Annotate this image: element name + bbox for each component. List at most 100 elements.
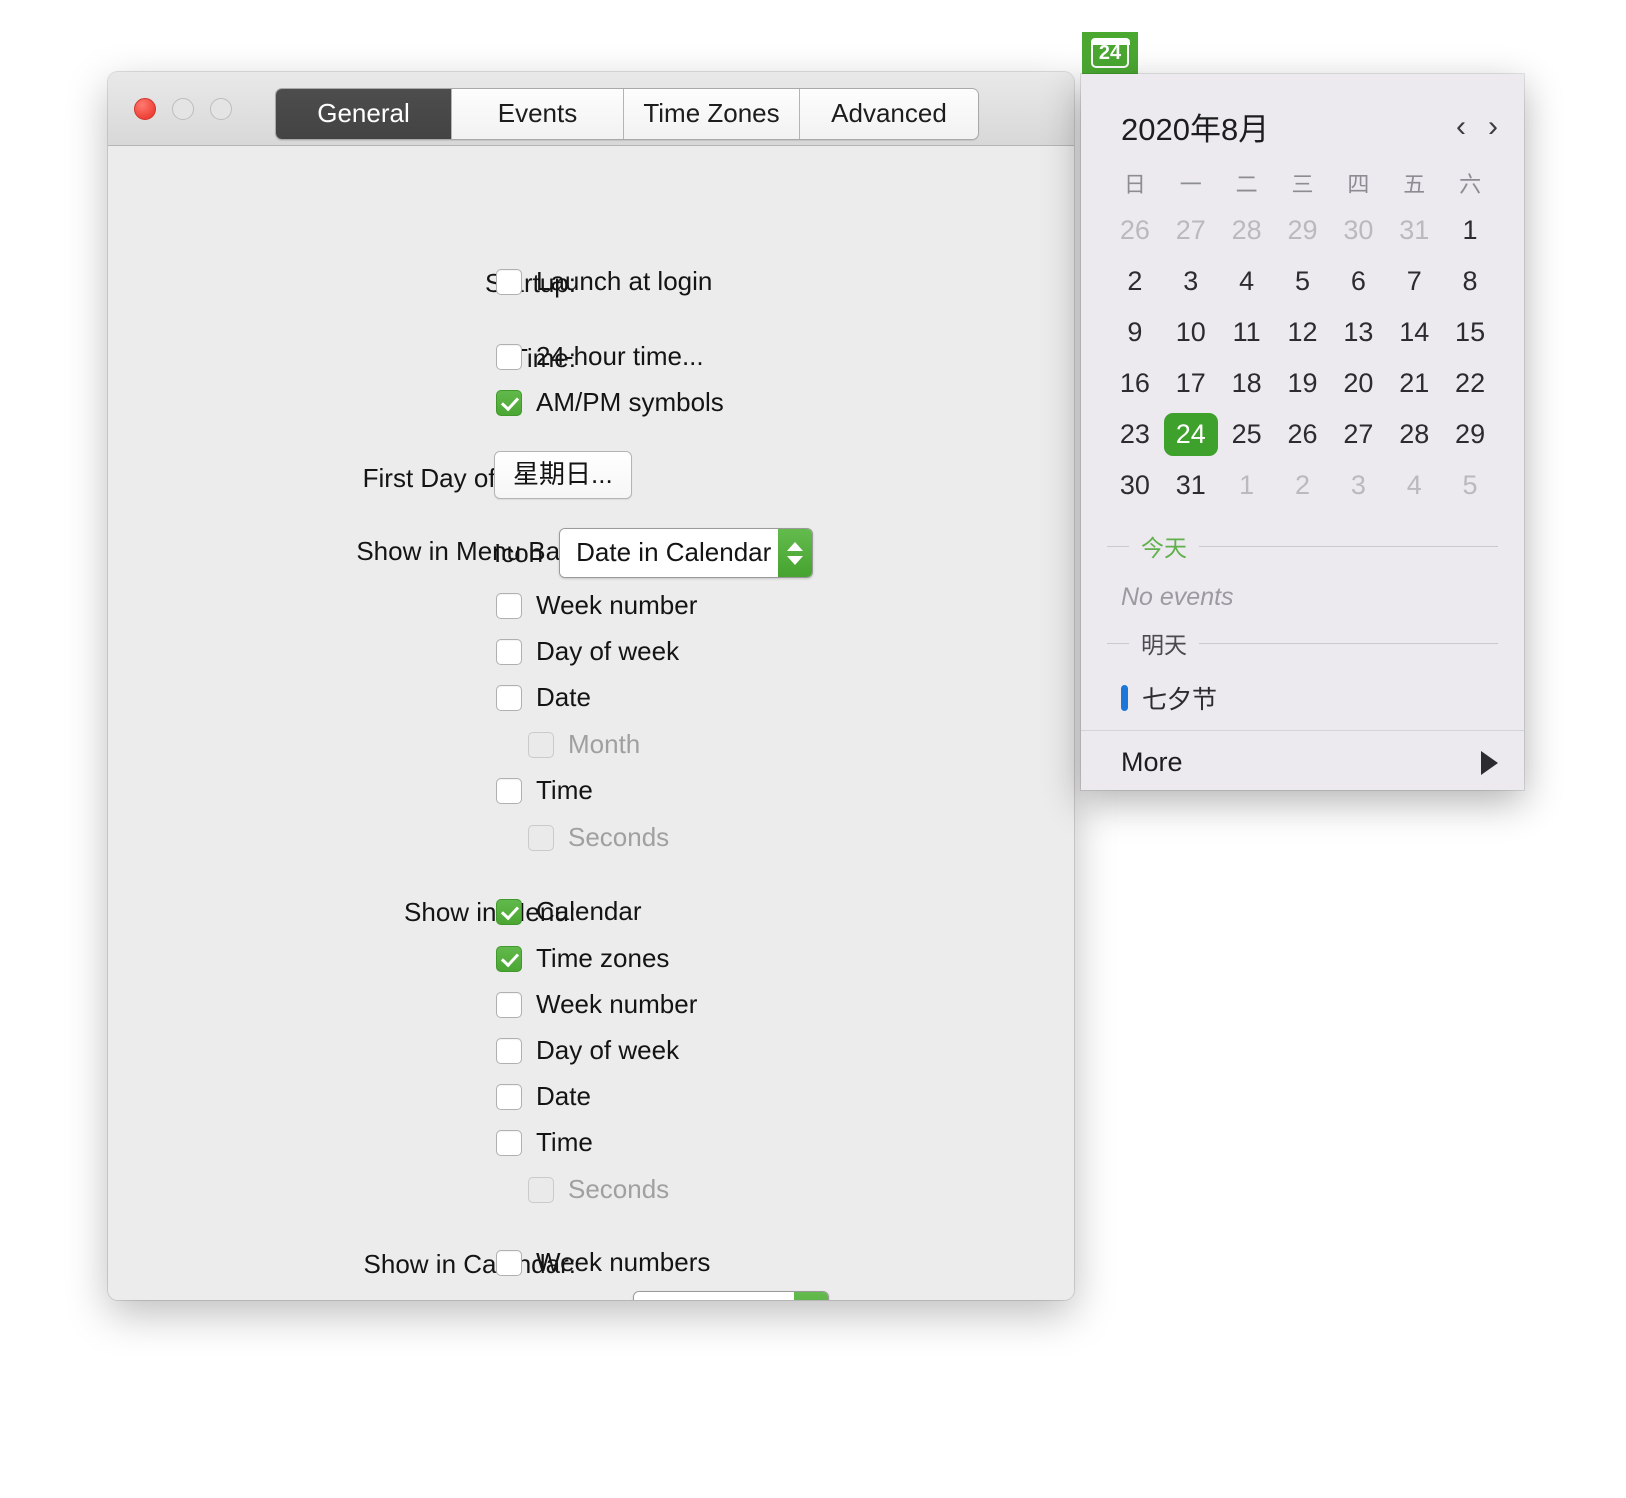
- day-cell[interactable]: 3: [1330, 460, 1386, 511]
- day-cell[interactable]: 30: [1107, 460, 1163, 511]
- events-area: 今天 No events 明天 七夕节: [1081, 511, 1524, 730]
- close-button[interactable]: [134, 98, 156, 120]
- ampm-symbols-checkbox[interactable]: [496, 389, 522, 416]
- menu-calendar-row[interactable]: Calendar: [496, 896, 642, 927]
- first-day-of-week-button[interactable]: 星期日...: [494, 451, 632, 499]
- menu-time-checkbox[interactable]: [496, 1129, 522, 1156]
- menu-week-number-checkbox[interactable]: [496, 991, 522, 1018]
- menubar-date-label: Date: [536, 682, 591, 712]
- tab-events[interactable]: Events: [452, 89, 624, 139]
- event-dots-popup[interactable]: None: [632, 1291, 829, 1300]
- menu-bar-icon-popup[interactable]: Date in Calendar: [559, 528, 814, 578]
- menubar-month-row[interactable]: Month: [528, 729, 640, 760]
- 24-hour-time-checkbox[interactable]: [496, 343, 522, 370]
- calendar-week-numbers-row[interactable]: Week numbers: [496, 1247, 710, 1278]
- day-cell[interactable]: 10: [1163, 307, 1219, 358]
- menubar-month-checkbox[interactable]: [528, 731, 554, 758]
- menubar-calendar-icon[interactable]: 24: [1082, 32, 1138, 74]
- menu-day-of-week-checkbox[interactable]: [496, 1037, 522, 1064]
- menubar-time-checkbox[interactable]: [496, 777, 522, 804]
- day-cell[interactable]: 4: [1219, 256, 1275, 307]
- menubar-seconds-row[interactable]: Seconds: [528, 822, 669, 853]
- minimize-button[interactable]: [172, 98, 194, 120]
- menu-time-zones-row[interactable]: Time zones: [496, 943, 669, 974]
- day-cell[interactable]: 2: [1107, 256, 1163, 307]
- menu-date-checkbox[interactable]: [496, 1083, 522, 1110]
- day-cell[interactable]: 27: [1163, 205, 1219, 256]
- day-cell[interactable]: 16: [1107, 358, 1163, 409]
- day-cell[interactable]: 14: [1386, 307, 1442, 358]
- tab-general[interactable]: General: [276, 89, 452, 139]
- day-cell[interactable]: 25: [1219, 409, 1275, 460]
- day-cell[interactable]: 5: [1275, 256, 1331, 307]
- chevron-right-icon[interactable]: ›: [1488, 111, 1498, 142]
- more-row[interactable]: More: [1081, 730, 1524, 790]
- day-cell[interactable]: 20: [1330, 358, 1386, 409]
- menubar-date-checkbox[interactable]: [496, 684, 522, 711]
- weekday-tue: 二: [1235, 172, 1258, 197]
- day-cell[interactable]: 31: [1163, 460, 1219, 511]
- day-cell-today[interactable]: 24: [1163, 409, 1219, 460]
- day-cell[interactable]: 2: [1275, 460, 1331, 511]
- day-cell[interactable]: 6: [1330, 256, 1386, 307]
- day-cell[interactable]: 3: [1163, 256, 1219, 307]
- menubar-day-of-week-row[interactable]: Day of week: [496, 636, 679, 667]
- weekday-thu: 四: [1347, 172, 1370, 197]
- calendar-week-row: 23 24 25 26 27 28 29: [1081, 409, 1524, 460]
- day-cell[interactable]: 8: [1442, 256, 1498, 307]
- day-cell[interactable]: 1: [1442, 205, 1498, 256]
- day-cell[interactable]: 31: [1386, 205, 1442, 256]
- day-cell[interactable]: 1: [1219, 460, 1275, 511]
- event-row[interactable]: 七夕节: [1081, 666, 1524, 730]
- menubar-week-number-checkbox[interactable]: [496, 592, 522, 619]
- day-cell[interactable]: 26: [1107, 205, 1163, 256]
- day-cell[interactable]: 13: [1330, 307, 1386, 358]
- day-cell[interactable]: 28: [1386, 409, 1442, 460]
- menu-week-number-row[interactable]: Week number: [496, 989, 697, 1020]
- chevron-left-icon[interactable]: ‹: [1456, 111, 1466, 142]
- event-color-marker: [1121, 685, 1128, 711]
- day-cell[interactable]: 22: [1442, 358, 1498, 409]
- menu-time-zones-checkbox[interactable]: [496, 945, 522, 972]
- day-cell[interactable]: 11: [1219, 307, 1275, 358]
- day-cell[interactable]: 27: [1330, 409, 1386, 460]
- day-cell[interactable]: 29: [1275, 205, 1331, 256]
- day-cell[interactable]: 19: [1275, 358, 1331, 409]
- day-cell[interactable]: 30: [1330, 205, 1386, 256]
- day-cell[interactable]: 4: [1386, 460, 1442, 511]
- menubar-date-row[interactable]: Date: [496, 682, 591, 713]
- hour24-row[interactable]: 24-hour time...: [496, 341, 704, 372]
- menu-time-row[interactable]: Time: [496, 1127, 593, 1158]
- menubar-time-row[interactable]: Time: [496, 775, 593, 806]
- menubar-day-of-week-checkbox[interactable]: [496, 638, 522, 665]
- zoom-button[interactable]: [210, 98, 232, 120]
- menu-bar-icon-stepper[interactable]: [778, 529, 813, 577]
- event-dots-stepper[interactable]: [793, 1292, 828, 1300]
- day-cell[interactable]: 12: [1275, 307, 1331, 358]
- tab-advanced[interactable]: Advanced: [800, 89, 978, 139]
- tab-time-zones[interactable]: Time Zones: [624, 89, 800, 139]
- day-cell[interactable]: 28: [1219, 205, 1275, 256]
- day-cell[interactable]: 21: [1386, 358, 1442, 409]
- triangle-right-icon: [1481, 750, 1498, 775]
- launch-at-login-row[interactable]: Launch at login: [496, 266, 712, 297]
- calendar-week-numbers-checkbox[interactable]: [496, 1249, 522, 1276]
- day-cell[interactable]: 15: [1442, 307, 1498, 358]
- menu-seconds-checkbox[interactable]: [528, 1176, 554, 1203]
- menu-day-of-week-row[interactable]: Day of week: [496, 1035, 679, 1066]
- day-cell[interactable]: 7: [1386, 256, 1442, 307]
- launch-at-login-checkbox[interactable]: [496, 268, 522, 295]
- day-cell[interactable]: 5: [1442, 460, 1498, 511]
- menu-seconds-row[interactable]: Seconds: [528, 1174, 669, 1205]
- day-cell[interactable]: 9: [1107, 307, 1163, 358]
- menubar-seconds-checkbox[interactable]: [528, 824, 554, 851]
- day-cell[interactable]: 29: [1442, 409, 1498, 460]
- day-cell[interactable]: 23: [1107, 409, 1163, 460]
- menu-date-row[interactable]: Date: [496, 1081, 591, 1112]
- day-cell[interactable]: 26: [1275, 409, 1331, 460]
- day-cell[interactable]: 17: [1163, 358, 1219, 409]
- ampm-row[interactable]: AM/PM symbols: [496, 387, 724, 418]
- menu-calendar-checkbox[interactable]: [496, 898, 522, 925]
- day-cell[interactable]: 18: [1219, 358, 1275, 409]
- menubar-week-number-row[interactable]: Week number: [496, 590, 697, 621]
